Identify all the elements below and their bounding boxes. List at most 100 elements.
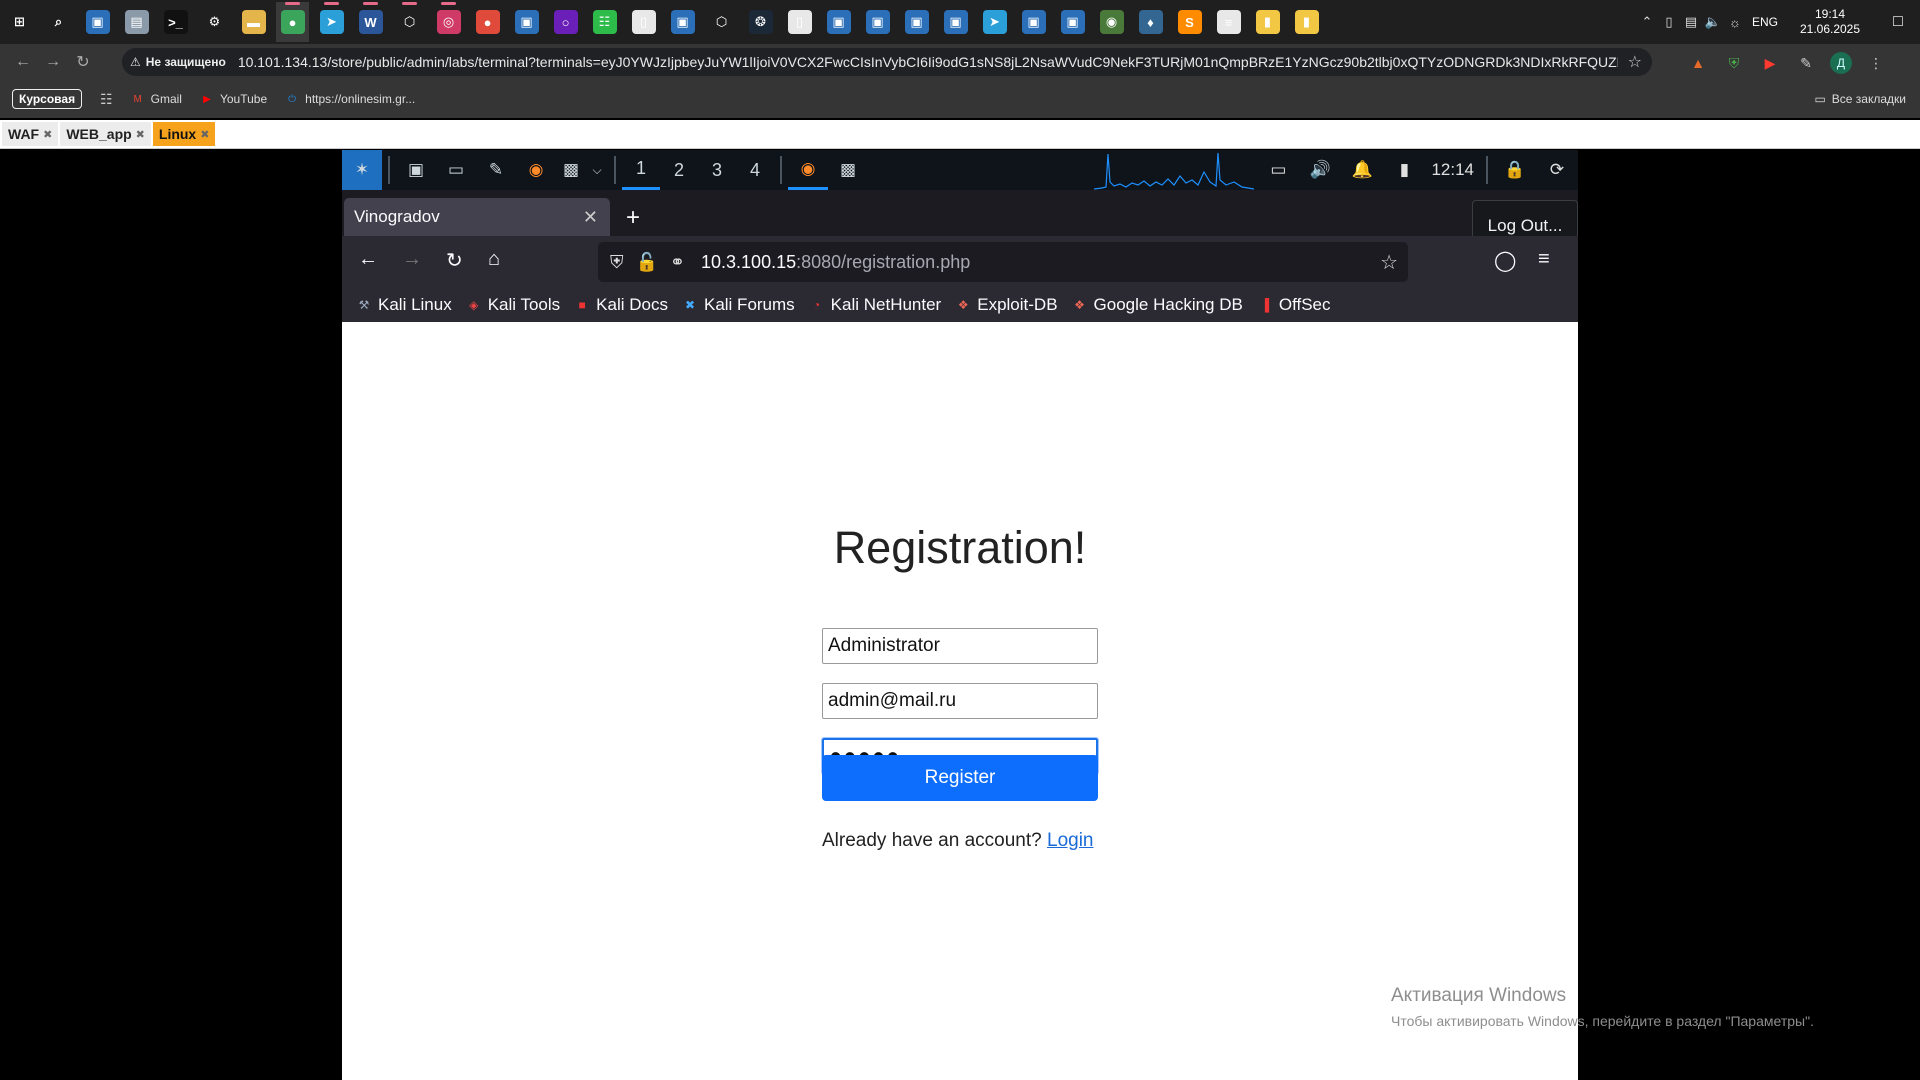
kali-clock[interactable]: 12:14 <box>1425 160 1480 180</box>
login-link[interactable]: Login <box>1047 830 1094 851</box>
volume-icon[interactable]: 🔊 <box>1299 160 1341 180</box>
puzzle-extensions-icon[interactable]: ✎ <box>1794 51 1818 75</box>
notification-icon[interactable]: □ <box>1876 0 1920 44</box>
terminal-window-icon[interactable]: ▩ <box>828 150 868 190</box>
forward-arrow-icon[interactable]: → <box>38 47 68 77</box>
shield-extension-icon[interactable]: ⛨ <box>1722 51 1746 75</box>
battery-icon[interactable]: ▮ <box>1383 160 1425 180</box>
chrome-icon-2[interactable]: ● <box>471 2 504 42</box>
telegram-icon-2[interactable]: ➤ <box>978 2 1011 42</box>
postgresql-icon[interactable]: ♦ <box>1134 2 1167 42</box>
username-input[interactable]: Administrator <box>822 628 1098 664</box>
key-icon[interactable]: ⚭ <box>670 252 685 273</box>
bookmark-star-icon[interactable]: ☆ <box>1380 250 1398 275</box>
app-icon-11[interactable]: ▣ <box>1056 2 1089 42</box>
hamburger-menu-icon[interactable]: ≡ <box>1538 248 1550 271</box>
bookmark-youtube[interactable]: ▶ YouTube <box>200 92 267 106</box>
kali-menu-icon[interactable]: ✶ <box>342 150 382 190</box>
desktop-icon[interactable]: ▣ <box>396 150 436 190</box>
document-icon[interactable]: ▯ <box>627 2 660 42</box>
wifi-icon[interactable]: ☼ <box>1724 15 1746 30</box>
youtube-extension-icon[interactable]: ▶ <box>1758 51 1782 75</box>
kebab-menu-icon[interactable]: ⋮ <box>1864 51 1888 75</box>
address-url[interactable]: 10.101.134.13/store/public/admin/labs/te… <box>238 54 1618 70</box>
bookmark-kali-docs[interactable]: ■ Kali Docs <box>574 295 668 315</box>
steam-icon[interactable]: ❂ <box>744 2 777 42</box>
bookmark-gmail[interactable]: M Gmail <box>131 92 182 106</box>
app-icon-6[interactable]: ▣ <box>822 2 855 42</box>
reload-icon[interactable]: ↻ <box>446 248 463 273</box>
app-icon-4[interactable]: ▣ <box>510 2 543 42</box>
chevron-down-icon[interactable]: ⌵ <box>586 150 608 190</box>
security-indicator[interactable]: ⚠ Не защищено <box>122 55 238 69</box>
virtualbox-icon-2[interactable]: ⬡ <box>705 2 738 42</box>
home-icon[interactable]: ⌂ <box>488 248 500 271</box>
sublime-text-icon[interactable]: S <box>1173 2 1206 42</box>
windows-start-icon[interactable]: ⊞ <box>3 2 36 42</box>
notepad-icon[interactable]: ≡ <box>1212 2 1245 42</box>
firefox-window-icon[interactable]: ◉ <box>788 150 828 190</box>
firefox-url-bar[interactable]: ⛨ 🔓 ⚭ 10.3.100.15:8080/registration.php … <box>598 242 1408 282</box>
circle-app-icon[interactable]: ○ <box>549 2 582 42</box>
close-tab-icon[interactable]: ✕ <box>583 207 598 228</box>
search-icon[interactable]: ⌕ <box>42 2 75 42</box>
language-indicator[interactable]: ENG <box>1752 15 1778 29</box>
app-icon-2[interactable]: ▤ <box>120 2 153 42</box>
bell-icon[interactable]: 🔔 <box>1341 160 1383 180</box>
globe-app-icon[interactable]: ◉ <box>1095 2 1128 42</box>
bookmark-kursovaya[interactable]: Курсовая <box>12 89 83 109</box>
files-icon[interactable]: ▭ <box>436 150 476 190</box>
bookmark-google-hacking-db[interactable]: ❖ Google Hacking DB <box>1072 295 1243 315</box>
app-icon-3[interactable]: ◎ <box>432 2 465 42</box>
chrome-icon[interactable]: ● <box>276 2 309 42</box>
display-icon[interactable]: ▭ <box>1257 160 1299 180</box>
chevron-up-icon[interactable]: ⌃ <box>1636 14 1658 30</box>
all-bookmarks[interactable]: ▭ Все закладки <box>1814 92 1906 106</box>
document-icon-2[interactable]: ▯ <box>783 2 816 42</box>
wechat-icon[interactable]: ☷ <box>588 2 621 42</box>
virtualbox-icon[interactable]: ⬡ <box>393 2 426 42</box>
network-icon[interactable]: ▤ <box>1680 14 1702 30</box>
bookmark-onlinesim[interactable]: ⏻ https://onlinesim.gr... <box>285 92 415 106</box>
profile-avatar[interactable]: Д <box>1830 52 1852 74</box>
bookmark-offsec[interactable]: ▐ OffSec <box>1257 295 1331 315</box>
email-input[interactable]: admin@mail.ru <box>822 683 1098 719</box>
bookmark-kali-forums[interactable]: ✖ Kali Forums <box>682 295 795 315</box>
chrome-address-bar[interactable]: ⚠ Не защищено 10.101.134.13/store/public… <box>122 48 1652 76</box>
lab-tab-waf[interactable]: WAF ✖ <box>2 122 59 146</box>
taskbar-clock[interactable]: 19:14 21.06.2025 <box>1790 7 1870 37</box>
insecure-lock-icon[interactable]: 🔓 <box>636 252 658 273</box>
fox-extension-icon[interactable]: ▲ <box>1686 51 1710 75</box>
settings-icon[interactable]: ⚙ <box>198 2 231 42</box>
pocket-icon[interactable]: ◯ <box>1494 248 1516 273</box>
bookmark-exploit-db[interactable]: ❖ Exploit-DB <box>955 295 1058 315</box>
lock-icon[interactable]: 🔒 <box>1494 160 1536 180</box>
shield-icon[interactable]: ⛨ <box>610 252 624 273</box>
lab-tab-linux[interactable]: Linux ✖ <box>152 122 216 146</box>
logout-icon[interactable]: ⟳ <box>1536 160 1578 180</box>
workspace-4[interactable]: 4 <box>736 150 774 190</box>
firefox-icon[interactable]: ◉ <box>516 150 556 190</box>
bookmark-kali-nethunter[interactable]: ◔ Kali NetHunter <box>809 295 941 315</box>
app-icon-10[interactable]: ▣ <box>1017 2 1050 42</box>
app-icon-8[interactable]: ▣ <box>900 2 933 42</box>
workspace-3[interactable]: 3 <box>698 150 736 190</box>
terminal-icon[interactable]: ▩ <box>556 150 586 190</box>
register-button[interactable]: Register <box>822 755 1098 801</box>
app-icon-7[interactable]: ▣ <box>861 2 894 42</box>
reload-icon[interactable]: ↻ <box>68 47 98 77</box>
forward-arrow-icon[interactable]: → <box>402 248 422 271</box>
folder-icon-2[interactable]: ▮ <box>1290 2 1323 42</box>
battery-icon[interactable]: ▯ <box>1658 14 1680 30</box>
app-icon-1[interactable]: ▣ <box>81 2 114 42</box>
terminal-icon[interactable]: >_ <box>159 2 192 42</box>
close-icon[interactable]: ✖ <box>200 128 209 141</box>
close-icon[interactable]: ✖ <box>136 128 145 141</box>
new-tab-icon[interactable]: + <box>626 204 640 232</box>
word-icon[interactable]: W <box>354 2 387 42</box>
bookmark-star-icon[interactable]: ☆ <box>1628 52 1642 72</box>
volume-icon[interactable]: 🔈 <box>1702 14 1724 30</box>
workspace-2[interactable]: 2 <box>660 150 698 190</box>
firefox-tab[interactable]: Vinogradov ✕ <box>344 198 610 236</box>
app-icon-9[interactable]: ▣ <box>939 2 972 42</box>
